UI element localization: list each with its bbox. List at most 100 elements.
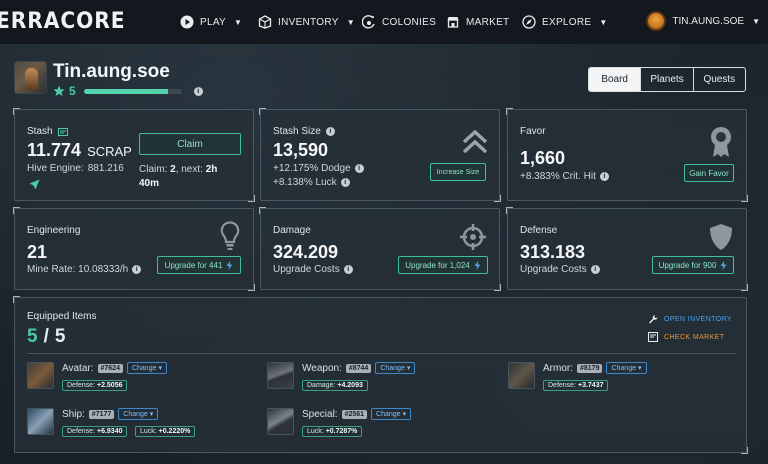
nav-inventory-label: INVENTORY <box>278 16 339 28</box>
stash-title-text: Stash <box>27 126 53 137</box>
stash-unit: SCRAP <box>87 144 132 159</box>
damage-upgrade-costs-text: Upgrade Costs <box>273 264 340 275</box>
xp-progress-bar <box>83 88 182 94</box>
equipped-armor-row: Armor: #8179 Change ▾ Defense: +3.7437 <box>508 362 647 392</box>
send-icon[interactable] <box>29 179 40 190</box>
info-icon[interactable]: i <box>354 164 364 173</box>
chevron-down-icon: ▼ <box>234 17 243 27</box>
increase-size-button[interactable]: Increase Size <box>430 163 486 181</box>
nav-play[interactable]: PLAY ▼ <box>180 14 242 30</box>
armor-id-tag: #8179 <box>577 363 603 373</box>
chevron-down-icon: ▾ <box>638 365 642 372</box>
level-number: 5 <box>69 84 76 98</box>
upgrade-engineering-label: Upgrade for 441 <box>164 260 223 270</box>
info-icon[interactable]: i <box>132 265 142 274</box>
claim-button[interactable]: Claim <box>139 133 241 155</box>
weapon-id-tag: #8744 <box>345 363 372 373</box>
damage-value: 324.209 <box>273 242 339 262</box>
equipped-items-card: Equipped Items 5 / 5 OPEN INVENTORY CHEC… <box>13 296 748 454</box>
upgrade-defense-button[interactable]: Upgrade for 900 <box>652 256 734 274</box>
shield-icon <box>710 224 732 250</box>
weapon-change-button[interactable]: Change ▾ <box>375 362 416 374</box>
change-label: Change <box>376 410 401 418</box>
defense-card: Defense 313.183 Upgrade Costs i Upgrade … <box>506 207 748 291</box>
tab-quests[interactable]: Quests <box>692 68 745 91</box>
nav-colonies[interactable]: COLONIES <box>362 14 436 30</box>
top-navbar: ERRACORE PLAY ▼ INVENTORY ▼ COLONIES MAR… <box>0 0 768 44</box>
info-icon[interactable]: i <box>340 178 350 187</box>
upgrade-defense-label: Upgrade for 900 <box>658 260 717 270</box>
dodge-text: +12.175% Dodge <box>273 163 351 174</box>
open-inventory-link[interactable]: OPEN INVENTORY <box>648 314 732 324</box>
chevron-down-icon: ▼ <box>346 17 355 27</box>
weapon-item-image <box>267 362 294 389</box>
engineering-title: Engineering <box>27 225 81 236</box>
double-chevron-up-icon <box>462 130 488 154</box>
stash-value-row: 11.774 SCRAP <box>27 140 132 161</box>
equipped-title: Equipped Items <box>27 311 97 322</box>
stash-size-title: Stash Size i <box>273 126 335 137</box>
lightbulb-icon <box>220 221 240 250</box>
ship-change-button[interactable]: Change ▾ <box>118 408 159 420</box>
tab-board[interactable]: Board <box>589 68 641 91</box>
check-market-link[interactable]: CHECK MARKET <box>648 332 724 342</box>
open-inventory-text: OPEN INVENTORY <box>664 315 732 323</box>
armor-label-row: Armor: #8179 Change ▾ <box>543 362 647 374</box>
stat-key: Defense: <box>67 428 96 435</box>
armor-change-button[interactable]: Change ▾ <box>606 362 647 374</box>
special-change-button[interactable]: Change ▾ <box>371 408 412 420</box>
tab-planets[interactable]: Planets <box>640 68 692 91</box>
user-menu[interactable]: TIN.AUNG.SOE ▼ <box>646 11 760 31</box>
stash-size-card: Stash Size i 13,590 +12.175% Dodge i +8.… <box>259 108 501 202</box>
gain-favor-button[interactable]: Gain Favor <box>684 164 734 182</box>
engineering-card: Engineering 21 Mine Rate: 10.08333/h i U… <box>13 207 255 291</box>
ship-stat-defense: Defense: +6.9340 <box>62 426 128 437</box>
upgrade-damage-button[interactable]: Upgrade for 1,024 <box>398 256 488 274</box>
info-icon[interactable]: i <box>590 265 600 274</box>
nav-inventory[interactable]: INVENTORY ▼ <box>258 14 355 30</box>
stash-value: 11.774 <box>27 140 82 160</box>
special-slot-label: Special: <box>302 408 338 420</box>
profile-avatar <box>14 61 47 94</box>
change-label: Change <box>380 364 405 372</box>
claim-next-line2: 40m <box>139 178 160 189</box>
upgrade-engineering-button[interactable]: Upgrade for 441 <box>157 256 241 274</box>
stash-icon <box>57 127 68 136</box>
stat-value: +0.7287% <box>325 428 358 435</box>
hive-engine-row: Hive Engine: 881.216 <box>27 163 124 174</box>
claim-next-value: 2h <box>205 164 218 175</box>
chevron-down-icon: ▾ <box>406 365 411 372</box>
stat-value: +4.2093 <box>337 382 363 389</box>
nav-colonies-label: COLONIES <box>382 16 437 28</box>
terracore-logo[interactable]: ERRACORE <box>0 9 126 34</box>
stash-size-dodge: +12.175% Dodge i <box>273 163 364 174</box>
info-icon[interactable]: i <box>599 172 609 181</box>
stat-value: +3.7437 <box>577 382 604 389</box>
crosshair-icon <box>460 224 486 250</box>
check-market-text: CHECK MARKET <box>664 333 725 341</box>
info-icon[interactable]: i <box>343 265 353 274</box>
stat-key: Defense: <box>67 382 96 389</box>
wrench-icon <box>649 315 658 324</box>
ship-item-image <box>27 408 54 435</box>
claim-next-label: , next: <box>175 164 203 175</box>
equipped-total: 5 <box>54 326 66 347</box>
crit-text: +8.383% Crit. Hit <box>520 171 596 182</box>
equipped-divider <box>27 353 736 354</box>
weapon-slot-label: Weapon: <box>302 362 342 374</box>
avatar-change-button[interactable]: Change ▾ <box>126 362 168 374</box>
explore-icon <box>522 15 536 29</box>
ship-slot-label: Ship: <box>62 408 85 420</box>
nav-market[interactable]: MARKET <box>446 14 509 30</box>
equipped-weapon-row: Weapon: #8744 Change ▾ Damage: +4.2093 <box>267 362 416 392</box>
stat-value: +6.9340 <box>96 428 123 435</box>
avatar-item-image <box>27 362 54 389</box>
stash-card: Stash 11.774 SCRAP Hive Engine: 881.216 … <box>13 108 255 202</box>
info-icon[interactable]: i <box>193 86 203 96</box>
xp-progress-fill <box>83 88 168 94</box>
nav-explore[interactable]: EXPLORE ▼ <box>522 14 608 30</box>
market-icon <box>446 15 460 29</box>
inventory-icon <box>258 15 272 29</box>
level-row: 5 i <box>53 84 203 98</box>
info-icon[interactable]: i <box>325 127 335 136</box>
